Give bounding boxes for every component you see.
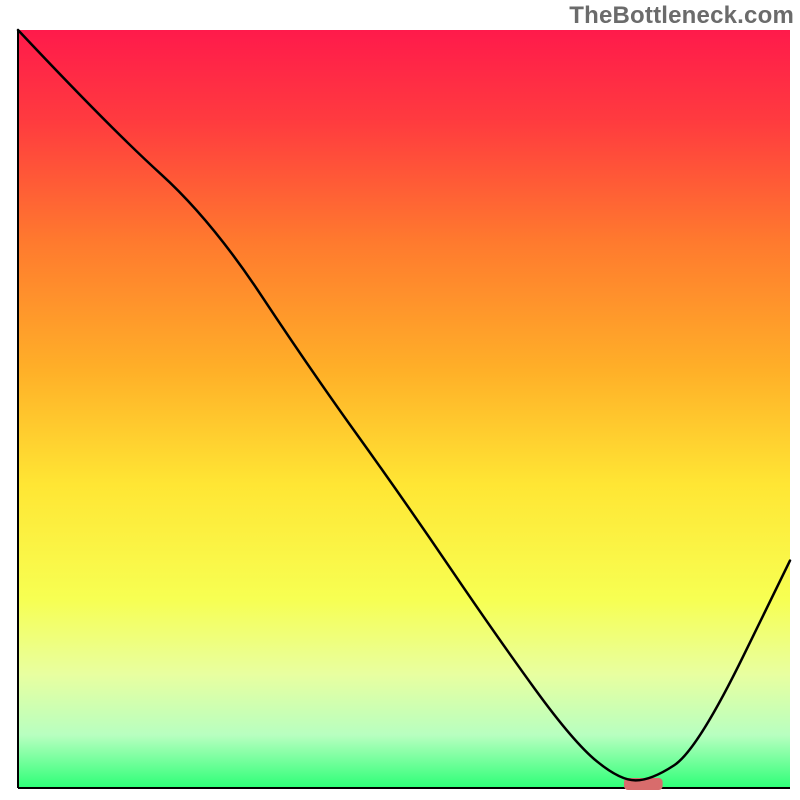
- bottleneck-chart: [0, 0, 800, 800]
- chart-stage: TheBottleneck.com: [0, 0, 800, 800]
- plot-background: [18, 30, 790, 788]
- watermark-text: TheBottleneck.com: [569, 2, 794, 30]
